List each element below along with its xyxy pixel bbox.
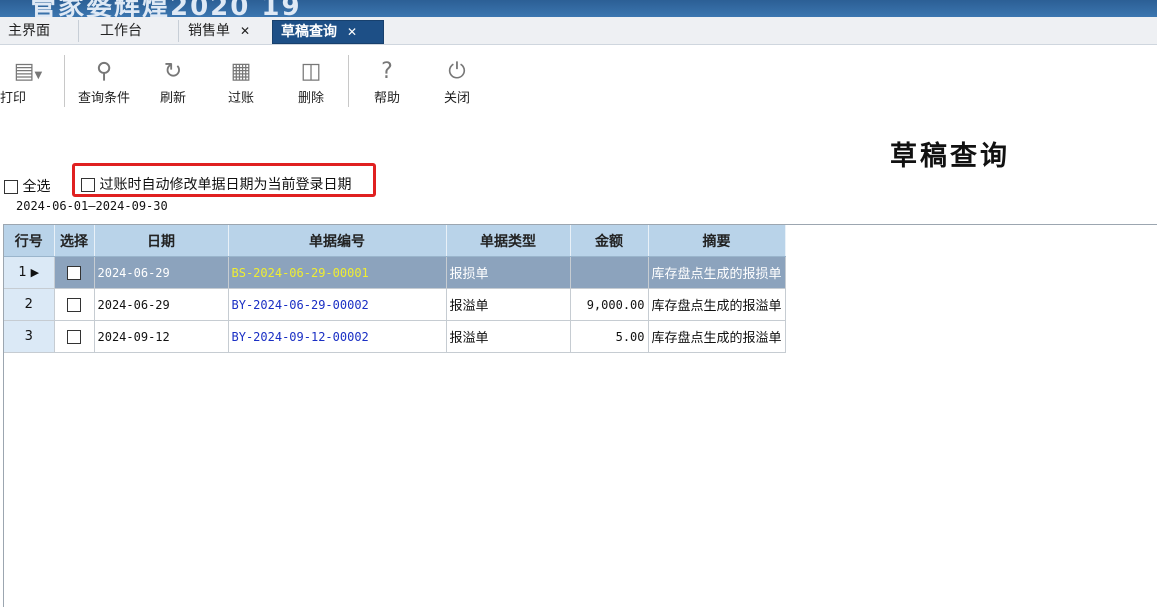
column-header[interactable]: 选择 — [54, 225, 95, 257]
code-cell[interactable]: BS-2024-06-29-00001 — [228, 256, 447, 289]
printer-icon: ▤▼ — [13, 59, 43, 84]
date-range: 2024-06-01—2024-09-30 — [16, 199, 168, 213]
page-title: 草稿查询 — [890, 141, 1010, 172]
tab-draft-query[interactable]: 草稿查询 ✕ — [272, 20, 384, 44]
auto-date-label: 过账时自动修改单据日期为当前登录日期 — [99, 177, 352, 193]
close-icon[interactable]: ✕ — [240, 24, 250, 38]
tab-sales-order[interactable]: 销售单 ✕ — [180, 20, 275, 42]
row-number: 3 — [4, 320, 55, 353]
table-row[interactable]: 1 ▶ 2024-06-29 BS-2024-06-29-00001 报损单 库存… — [4, 256, 786, 289]
tab-label: 销售单 — [188, 23, 230, 39]
checkbox-box[interactable] — [4, 180, 18, 194]
date-cell: 2024-09-12 — [94, 320, 229, 353]
help-icon: ? — [381, 59, 393, 84]
close-icon[interactable]: ✕ — [347, 25, 357, 39]
tab-workbench[interactable]: 工作台 — [92, 20, 179, 42]
post-button[interactable]: ▦ 过账 — [218, 59, 264, 106]
summary-cell: 库存盘点生成的报损单 — [648, 256, 786, 289]
app-banner: 管家婆辉煌2020 19 — [0, 0, 1157, 17]
code-cell[interactable]: BY-2024-06-29-00002 — [228, 288, 447, 321]
amount-cell: 9,000.00 — [570, 288, 649, 321]
current-row-arrow-icon: ▶ — [30, 266, 40, 279]
column-header[interactable]: 单据类型 — [446, 225, 571, 257]
table-row[interactable]: 2 2024-06-29 BY-2024-06-29-00002 报溢单 9,0… — [4, 288, 786, 321]
table-header-row: 行号 选择 日期 单据编号 单据类型 金额 摘要 — [4, 225, 786, 257]
help-button[interactable]: ? 帮助 — [364, 59, 410, 106]
auto-date-checkbox[interactable]: 过账时自动修改单据日期为当前登录日期 — [81, 174, 351, 194]
column-header[interactable]: 日期 — [94, 225, 229, 257]
column-header[interactable]: 金额 — [570, 225, 649, 257]
print-button[interactable]: ▤▼ 打印 — [0, 59, 56, 106]
draft-grid: 行号 选择 日期 单据编号 单据类型 金额 摘要 1 ▶ 2024-06-29 B… — [3, 224, 1157, 607]
type-cell: 报损单 — [446, 256, 571, 289]
app-banner-title: 管家婆辉煌2020 19 — [30, 0, 302, 17]
delete-button[interactable]: ◫ 删除 — [288, 59, 334, 106]
trash-icon: ◫ — [300, 59, 322, 84]
query-button[interactable]: ⚲ 查询条件 — [72, 59, 136, 106]
checkbox-box[interactable] — [81, 178, 95, 192]
row-checkbox[interactable] — [67, 297, 81, 312]
type-cell: 报溢单 — [446, 288, 571, 321]
row-number: 1 ▶ — [4, 256, 55, 289]
tab-main[interactable]: 主界面 — [0, 20, 79, 42]
column-header[interactable]: 单据编号 — [228, 225, 447, 257]
toolbar: ▤▼ 打印 ⚲ 查询条件 ↻ 刷新 ▦ 过账 ◫ 删除 ? 帮助 ⏻ 关闭 — [0, 45, 1157, 121]
select-all-checkbox[interactable]: 全选 — [4, 176, 50, 196]
toolbar-divider — [348, 55, 349, 107]
tab-label: 主界面 — [8, 23, 50, 39]
column-header[interactable]: 摘要 — [648, 225, 786, 257]
amount-cell — [570, 256, 649, 289]
date-cell: 2024-06-29 — [94, 288, 229, 321]
row-checkbox[interactable] — [67, 265, 81, 280]
select-all-label: 全选 — [22, 179, 51, 195]
auto-date-option-highlight: 过账时自动修改单据日期为当前登录日期 — [72, 163, 376, 197]
row-select-cell[interactable] — [54, 320, 95, 353]
refresh-icon: ↻ — [163, 59, 183, 84]
toolbar-divider — [64, 55, 65, 107]
post-icon: ▦ — [230, 59, 252, 84]
summary-cell: 库存盘点生成的报溢单 — [648, 288, 786, 321]
refresh-button[interactable]: ↻ 刷新 — [150, 59, 196, 106]
tab-label: 工作台 — [100, 23, 142, 39]
row-checkbox[interactable] — [67, 329, 81, 344]
tab-label: 草稿查询 — [281, 24, 337, 40]
draft-table: 行号 选择 日期 单据编号 单据类型 金额 摘要 1 ▶ 2024-06-29 B… — [4, 225, 786, 353]
close-button[interactable]: ⏻ 关闭 — [434, 59, 480, 106]
row-select-cell[interactable] — [54, 288, 95, 321]
date-cell: 2024-06-29 — [94, 256, 229, 289]
table-row[interactable]: 3 2024-09-12 BY-2024-09-12-00002 报溢单 5.0… — [4, 320, 786, 353]
summary-cell: 库存盘点生成的报溢单 — [648, 320, 786, 353]
column-header[interactable]: 行号 — [4, 225, 55, 257]
power-icon: ⏻ — [448, 59, 466, 84]
row-number: 2 — [4, 288, 55, 321]
type-cell: 报溢单 — [446, 320, 571, 353]
search-icon: ⚲ — [95, 59, 113, 84]
row-select-cell[interactable] — [54, 256, 95, 289]
code-cell[interactable]: BY-2024-09-12-00002 — [228, 320, 447, 353]
tab-strip: 主界面 工作台 销售单 ✕ 草稿查询 ✕ — [0, 17, 1157, 45]
amount-cell: 5.00 — [570, 320, 649, 353]
